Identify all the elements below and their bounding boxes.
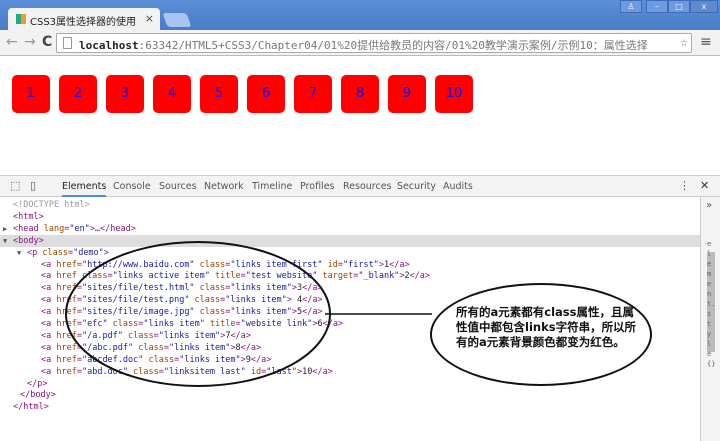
callout-text: 所有的a元素都有class属性，且属性值中都包含links字符串，所以所有的a元…: [456, 305, 637, 349]
highlight-ellipse: [65, 241, 331, 387]
annotation-overlay: [65, 241, 432, 387]
